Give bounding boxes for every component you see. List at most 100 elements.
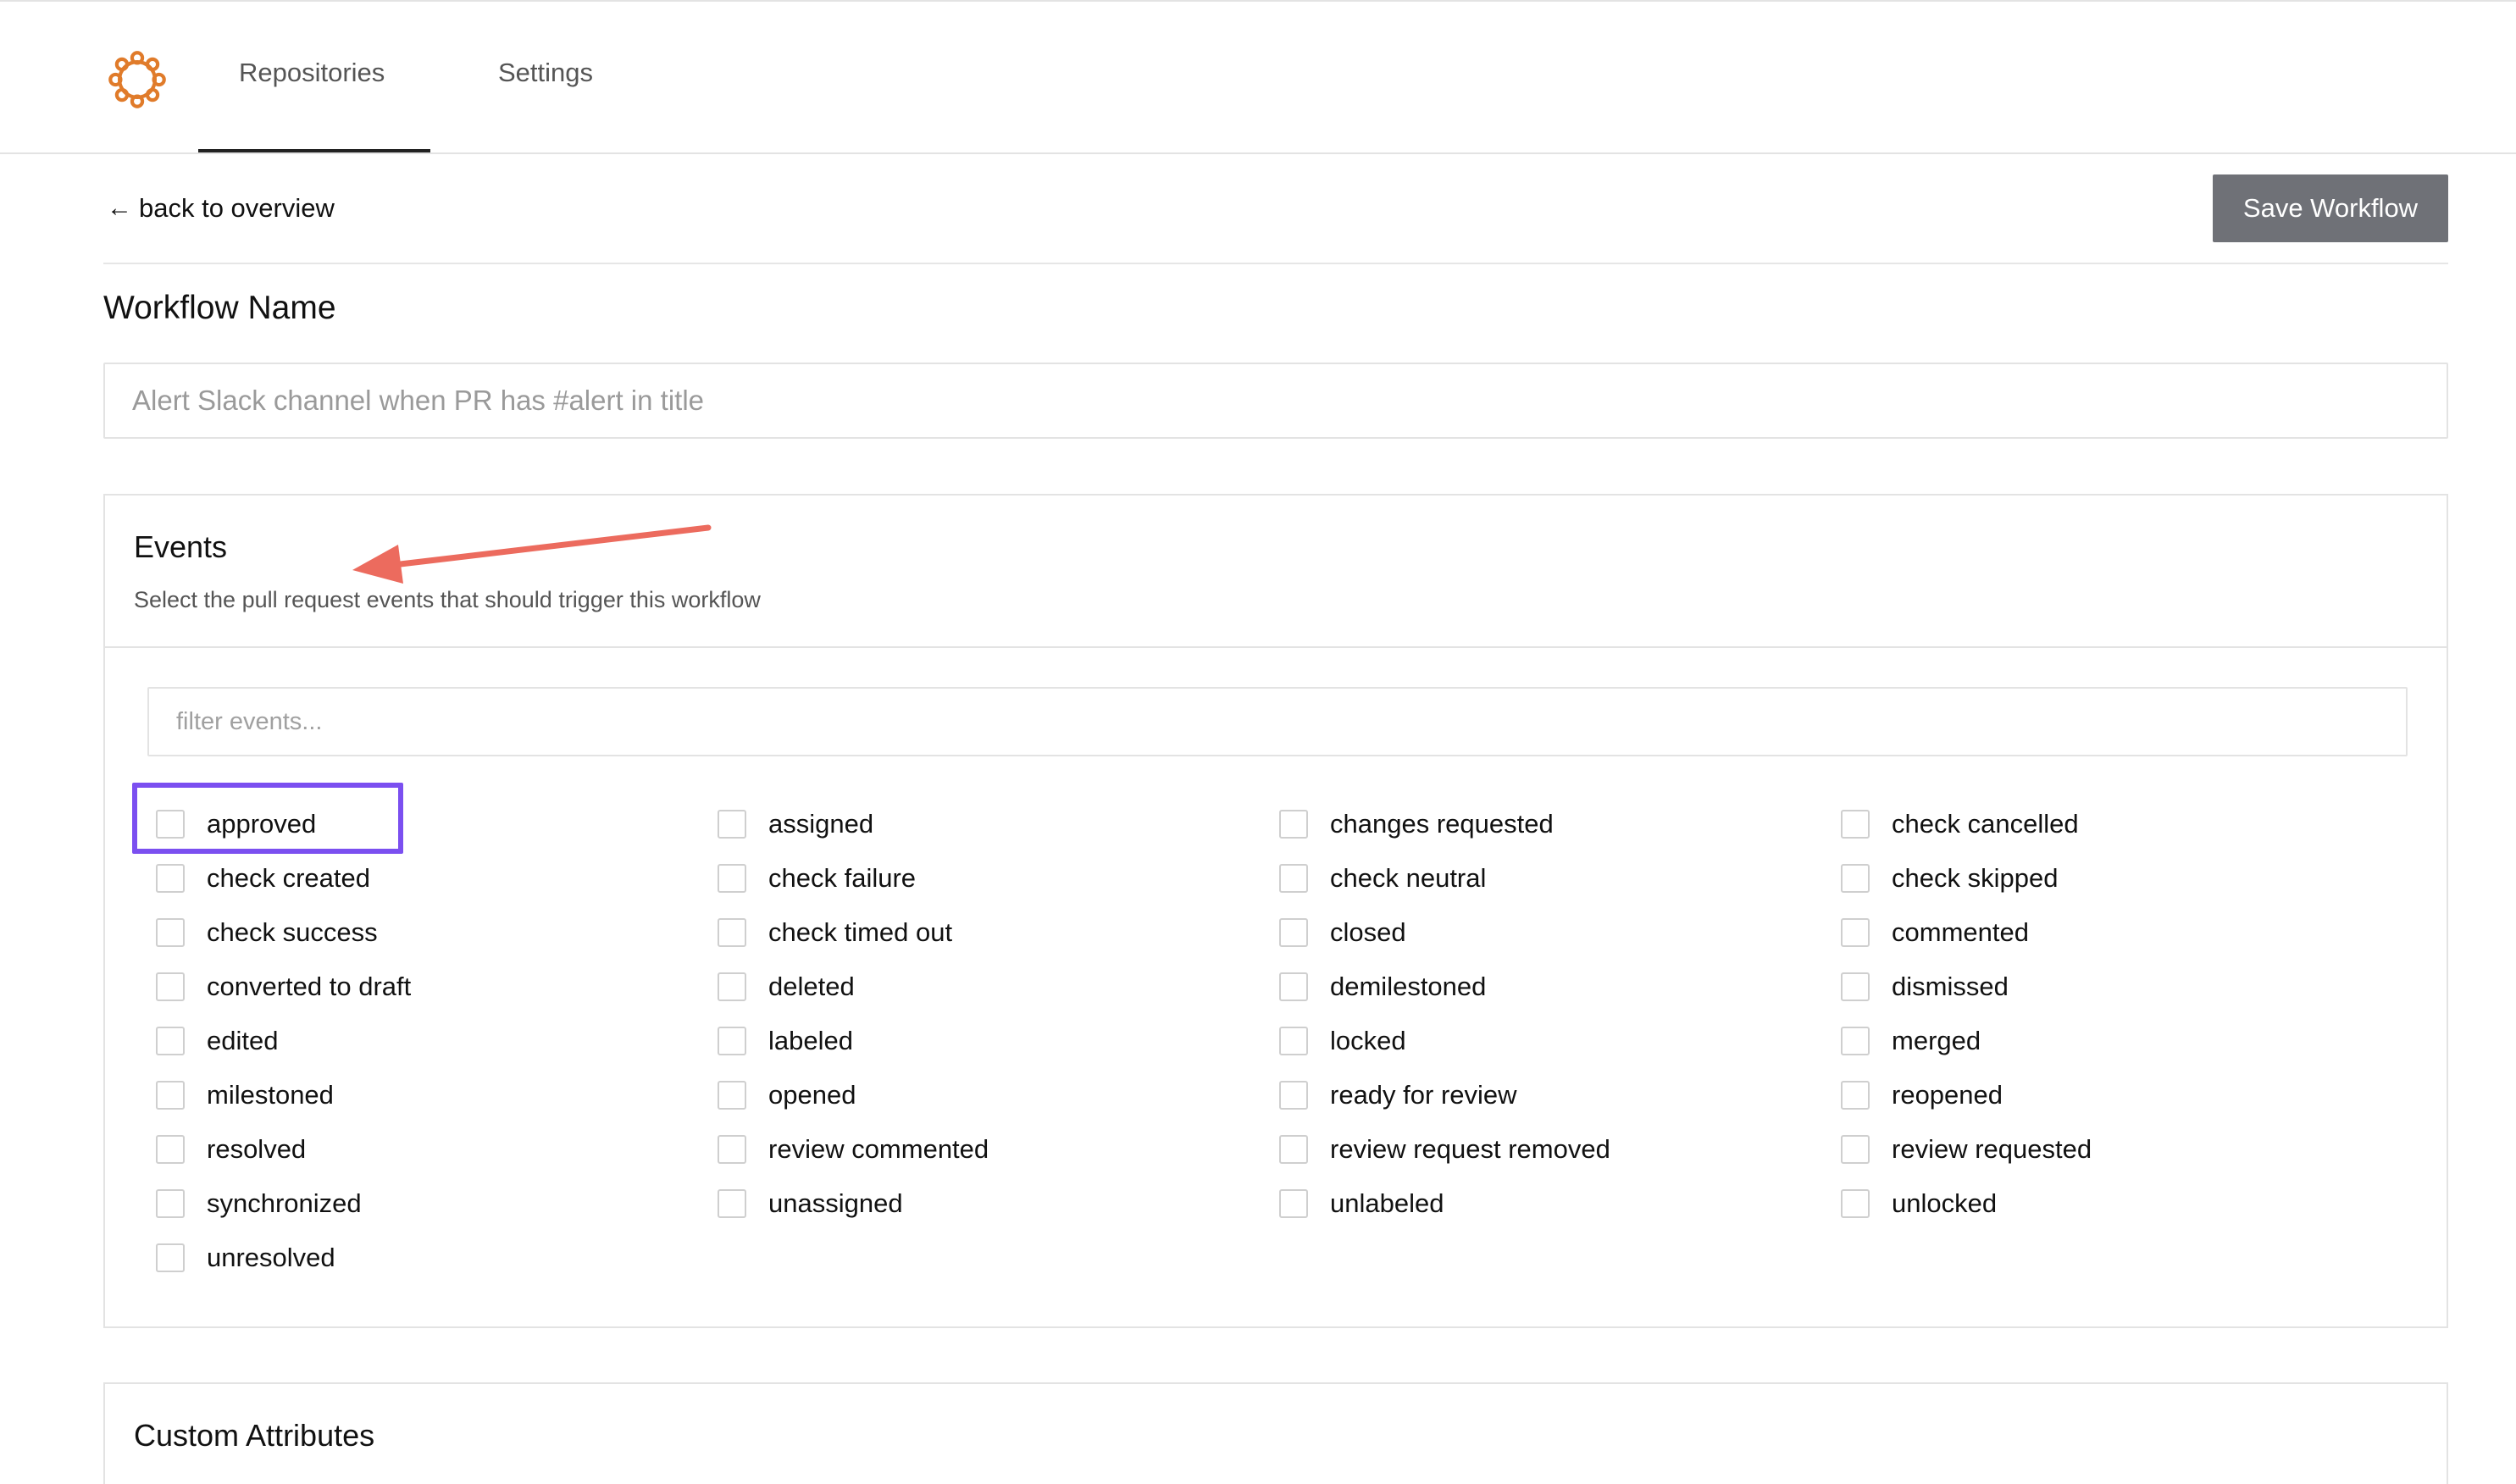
events-description: Select the pull request events that shou…	[134, 587, 761, 612]
event-checkbox[interactable]	[718, 1135, 746, 1164]
event-checkbox[interactable]	[1279, 972, 1308, 1001]
event-option[interactable]: converted to draft	[156, 960, 718, 1014]
event-option[interactable]: check created	[156, 851, 718, 905]
event-option[interactable]: demilestoned	[1279, 960, 1841, 1014]
event-checkbox[interactable]	[1279, 864, 1308, 893]
event-checkbox[interactable]	[156, 972, 185, 1001]
event-option[interactable]: labeled	[718, 1014, 1279, 1068]
event-checkbox[interactable]	[1279, 1081, 1308, 1110]
event-option[interactable]: unassigned	[718, 1177, 1279, 1231]
event-option[interactable]: check failure	[718, 851, 1279, 905]
event-option[interactable]: review requested	[1841, 1122, 2402, 1177]
event-label: merged	[1892, 1026, 1981, 1055]
event-option[interactable]: locked	[1279, 1014, 1841, 1068]
event-checkbox[interactable]	[718, 1189, 746, 1218]
event-checkbox[interactable]	[156, 864, 185, 893]
event-option[interactable]: ready for review	[1279, 1068, 1841, 1122]
event-label: unlabeled	[1330, 1188, 1444, 1218]
event-option[interactable]: commented	[1841, 905, 2402, 960]
event-option[interactable]: deleted	[718, 960, 1279, 1014]
event-option[interactable]: changes requested	[1279, 797, 1841, 851]
event-checkbox[interactable]	[156, 1243, 185, 1272]
event-checkbox[interactable]	[156, 1027, 185, 1055]
event-option[interactable]: check success	[156, 905, 718, 960]
event-label: check timed out	[768, 917, 953, 947]
event-label: closed	[1330, 917, 1406, 947]
event-label: changes requested	[1330, 809, 1554, 839]
event-checkbox[interactable]	[1279, 1135, 1308, 1164]
event-checkbox[interactable]	[156, 918, 185, 947]
event-label: unassigned	[768, 1188, 903, 1218]
arrow-left-icon: ←	[107, 194, 132, 222]
event-label: deleted	[768, 972, 855, 1001]
event-checkbox[interactable]	[1841, 810, 1870, 839]
event-option[interactable]: edited	[156, 1014, 718, 1068]
event-checkbox[interactable]	[718, 1027, 746, 1055]
event-checkbox[interactable]	[1841, 972, 1870, 1001]
tab-settings[interactable]: Settings	[498, 58, 593, 88]
top-nav-bar: Repositories Settings	[0, 0, 2516, 154]
event-label: dismissed	[1892, 972, 2009, 1001]
filter-events-input[interactable]	[147, 687, 2408, 756]
event-label: opened	[768, 1080, 856, 1110]
event-label: edited	[207, 1026, 279, 1055]
event-label: unlocked	[1892, 1188, 1998, 1218]
workflow-name-input[interactable]	[103, 363, 2448, 439]
active-tab-indicator	[198, 149, 430, 152]
event-option[interactable]: check timed out	[718, 905, 1279, 960]
event-checkbox[interactable]	[156, 1081, 185, 1110]
event-option[interactable]: closed	[1279, 905, 1841, 960]
event-checkbox[interactable]	[1279, 1027, 1308, 1055]
event-label: reopened	[1892, 1080, 2003, 1110]
event-option[interactable]: review commented	[718, 1122, 1279, 1177]
annotation-arrow-icon	[352, 524, 712, 584]
event-option[interactable]: resolved	[156, 1122, 718, 1177]
events-checkbox-grid: approved assigned changes requested check c…	[156, 797, 2409, 1285]
events-panel-header: Events Select the pull request events th…	[105, 496, 2447, 648]
event-checkbox[interactable]	[1841, 864, 1870, 893]
event-label: check skipped	[1892, 863, 2059, 893]
workflow-name-heading: Workflow Name	[103, 290, 336, 326]
annotation-highlight-box	[132, 783, 403, 854]
event-checkbox[interactable]	[718, 1081, 746, 1110]
event-label: check failure	[768, 863, 917, 893]
event-checkbox[interactable]	[1841, 1135, 1870, 1164]
event-checkbox[interactable]	[156, 1189, 185, 1218]
event-option[interactable]: unlocked	[1841, 1177, 2402, 1231]
event-option[interactable]: check skipped	[1841, 851, 2402, 905]
event-label: synchronized	[207, 1188, 362, 1218]
event-checkbox[interactable]	[1841, 1081, 1870, 1110]
event-option[interactable]: opened	[718, 1068, 1279, 1122]
event-option[interactable]: unresolved	[156, 1231, 718, 1285]
back-to-overview-link[interactable]: ← back to overview	[107, 193, 335, 224]
event-checkbox[interactable]	[1279, 1189, 1308, 1218]
logo-icon[interactable]	[105, 47, 169, 112]
event-checkbox[interactable]	[1279, 918, 1308, 947]
event-checkbox[interactable]	[1841, 1189, 1870, 1218]
event-option[interactable]: check neutral	[1279, 851, 1841, 905]
event-option[interactable]: dismissed	[1841, 960, 2402, 1014]
event-label: check cancelled	[1892, 809, 2079, 839]
event-label: milestoned	[207, 1080, 334, 1110]
event-checkbox[interactable]	[156, 1135, 185, 1164]
event-checkbox[interactable]	[718, 864, 746, 893]
events-panel: Events Select the pull request events th…	[103, 494, 2448, 1328]
event-label: labeled	[768, 1026, 853, 1055]
event-option[interactable]: milestoned	[156, 1068, 718, 1122]
event-option[interactable]: review request removed	[1279, 1122, 1841, 1177]
event-checkbox[interactable]	[1841, 918, 1870, 947]
event-option[interactable]: merged	[1841, 1014, 2402, 1068]
event-label: locked	[1330, 1026, 1406, 1055]
event-option[interactable]: synchronized	[156, 1177, 718, 1231]
event-checkbox[interactable]	[718, 810, 746, 839]
tab-repositories[interactable]: Repositories	[239, 58, 385, 88]
event-option[interactable]: assigned	[718, 797, 1279, 851]
save-workflow-button[interactable]: Save Workflow	[2213, 174, 2448, 242]
event-checkbox[interactable]	[1279, 810, 1308, 839]
event-option[interactable]: unlabeled	[1279, 1177, 1841, 1231]
event-checkbox[interactable]	[718, 972, 746, 1001]
event-checkbox[interactable]	[718, 918, 746, 947]
event-option[interactable]: check cancelled	[1841, 797, 2402, 851]
event-checkbox[interactable]	[1841, 1027, 1870, 1055]
event-option[interactable]: reopened	[1841, 1068, 2402, 1122]
